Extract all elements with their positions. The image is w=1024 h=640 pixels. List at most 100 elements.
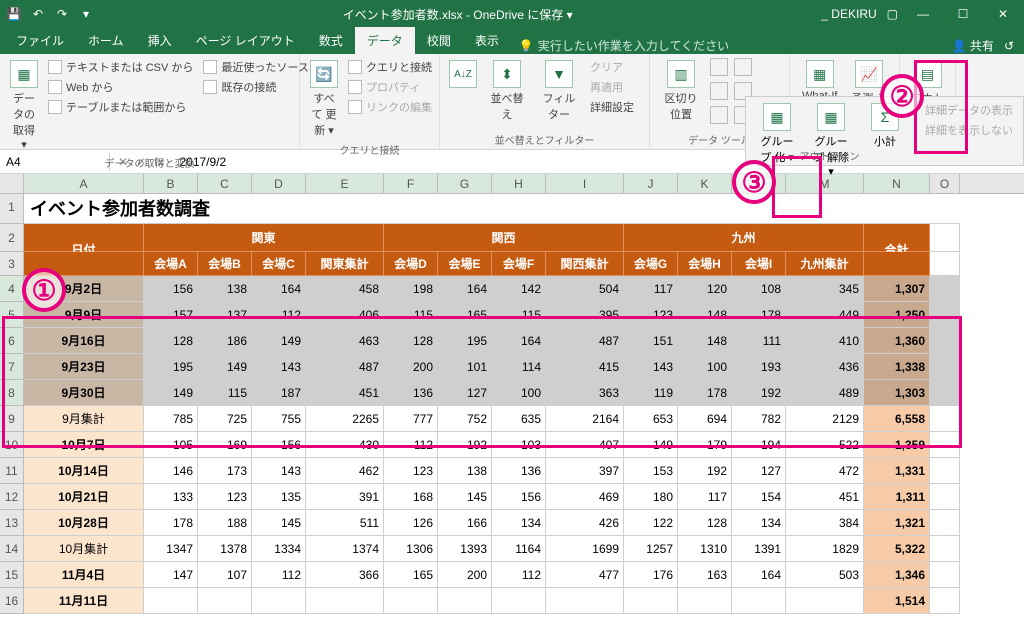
data-cell[interactable]: 123 xyxy=(384,458,438,484)
data-cell[interactable]: 163 xyxy=(678,562,732,588)
date-cell[interactable]: 11月4日 xyxy=(24,562,144,588)
data-cell[interactable]: 122 xyxy=(624,510,678,536)
data-cell[interactable]: 136 xyxy=(492,458,546,484)
data-cell[interactable]: 195 xyxy=(438,328,492,354)
data-cell[interactable] xyxy=(546,588,624,614)
data-cell[interactable] xyxy=(732,588,786,614)
total-cell[interactable]: 1,321 xyxy=(864,510,930,536)
tab-data[interactable]: データ xyxy=(355,27,415,54)
advanced-filter[interactable]: 詳細設定 xyxy=(588,98,636,116)
data-cell[interactable]: 195 xyxy=(144,354,198,380)
data-cell[interactable]: 522 xyxy=(786,432,864,458)
data-cell[interactable]: 134 xyxy=(492,510,546,536)
data-cell[interactable]: 168 xyxy=(384,484,438,510)
data-cell[interactable]: 472 xyxy=(786,458,864,484)
data-cell[interactable]: 103 xyxy=(492,432,546,458)
data-cell[interactable]: 391 xyxy=(306,484,384,510)
data-cell[interactable]: 366 xyxy=(306,562,384,588)
data-cell[interactable]: 100 xyxy=(678,354,732,380)
data-cell[interactable]: 100 xyxy=(492,380,546,406)
qat-more-icon[interactable]: ▾ xyxy=(78,6,94,22)
data-cell[interactable]: 178 xyxy=(732,302,786,328)
data-cell[interactable] xyxy=(678,588,732,614)
data-cell[interactable]: 504 xyxy=(546,276,624,302)
data-cell[interactable]: 133 xyxy=(144,484,198,510)
data-cell[interactable]: 451 xyxy=(306,380,384,406)
date-cell[interactable]: 9月16日 xyxy=(24,328,144,354)
redo-icon[interactable]: ↷ xyxy=(54,6,70,22)
data-cell[interactable]: 164 xyxy=(438,276,492,302)
data-cell[interactable]: 156 xyxy=(144,276,198,302)
data-cell[interactable]: 143 xyxy=(624,354,678,380)
data-cell[interactable]: 186 xyxy=(198,328,252,354)
data-cell[interactable]: 463 xyxy=(306,328,384,354)
sort-az-button[interactable]: A↓Z xyxy=(448,58,478,90)
existing-connections[interactable]: 既存の接続 xyxy=(201,78,310,96)
data-cell[interactable]: 166 xyxy=(438,510,492,536)
data-cell[interactable]: 145 xyxy=(438,484,492,510)
data-cell[interactable]: 165 xyxy=(438,302,492,328)
ungroup-button[interactable]: ▦グループ 解除 ▾ xyxy=(808,101,854,180)
from-table[interactable]: テーブルまたは範囲から xyxy=(46,98,195,116)
filter-button[interactable]: ▼フィルター xyxy=(536,58,582,124)
data-cell[interactable]: 173 xyxy=(198,458,252,484)
data-cell[interactable]: 489 xyxy=(786,380,864,406)
data-cell[interactable]: 179 xyxy=(678,432,732,458)
data-cell[interactable]: 164 xyxy=(252,276,306,302)
data-cell[interactable]: 653 xyxy=(624,406,678,432)
data-cell[interactable]: 128 xyxy=(678,510,732,536)
data-cell[interactable]: 785 xyxy=(144,406,198,432)
col-A[interactable]: A xyxy=(24,174,144,193)
data-cell[interactable]: 143 xyxy=(252,458,306,484)
data-cell[interactable]: 112 xyxy=(384,432,438,458)
tab-layout[interactable]: ページ レイアウト xyxy=(184,27,307,54)
data-cell[interactable] xyxy=(624,588,678,614)
data-cell[interactable]: 120 xyxy=(678,276,732,302)
flash-fill-icon[interactable] xyxy=(710,58,728,76)
data-cell[interactable]: 112 xyxy=(492,562,546,588)
data-cell[interactable]: 1393 xyxy=(438,536,492,562)
date-cell[interactable]: 10月21日 xyxy=(24,484,144,510)
text-to-columns-button[interactable]: ▥区切り位置 xyxy=(658,58,704,124)
date-cell[interactable]: 10月28日 xyxy=(24,510,144,536)
data-cell[interactable]: 477 xyxy=(546,562,624,588)
data-cell[interactable]: 469 xyxy=(546,484,624,510)
data-cell[interactable]: 2265 xyxy=(306,406,384,432)
data-cell[interactable]: 135 xyxy=(252,484,306,510)
data-cell[interactable]: 407 xyxy=(546,432,624,458)
save-icon[interactable]: 💾 xyxy=(6,6,22,22)
tab-insert[interactable]: 挿入 xyxy=(136,27,184,54)
data-cell[interactable]: 127 xyxy=(438,380,492,406)
data-cell[interactable]: 777 xyxy=(384,406,438,432)
maximize-button[interactable]: ☐ xyxy=(948,7,978,21)
relations-icon[interactable] xyxy=(710,106,728,124)
data-cell[interactable]: 384 xyxy=(786,510,864,536)
data-cell[interactable]: 192 xyxy=(678,458,732,484)
data-cell[interactable]: 345 xyxy=(786,276,864,302)
tab-file[interactable]: ファイル xyxy=(4,27,76,54)
data-cell[interactable]: 153 xyxy=(624,458,678,484)
data-cell[interactable]: 146 xyxy=(144,458,198,484)
data-cell[interactable]: 134 xyxy=(732,510,786,536)
data-cell[interactable]: 1378 xyxy=(198,536,252,562)
data-cell[interactable]: 187 xyxy=(252,380,306,406)
data-cell[interactable] xyxy=(786,588,864,614)
from-web[interactable]: Web から xyxy=(46,78,195,96)
remove-dup-icon[interactable] xyxy=(734,58,752,76)
data-cell[interactable]: 192 xyxy=(438,432,492,458)
data-cell[interactable]: 107 xyxy=(198,562,252,588)
sort-button[interactable]: ⬍並べ替え xyxy=(484,58,530,124)
data-cell[interactable]: 117 xyxy=(624,276,678,302)
data-cell[interactable]: 149 xyxy=(624,432,678,458)
data-cell[interactable]: 1257 xyxy=(624,536,678,562)
total-cell[interactable]: 1,311 xyxy=(864,484,930,510)
data-cell[interactable] xyxy=(198,588,252,614)
data-cell[interactable]: 115 xyxy=(198,380,252,406)
queries-connections[interactable]: クエリと接続 xyxy=(346,58,434,76)
tab-view[interactable]: 表示 xyxy=(463,27,511,54)
data-cell[interactable]: 188 xyxy=(198,510,252,536)
data-cell[interactable]: 194 xyxy=(732,432,786,458)
data-cell[interactable]: 782 xyxy=(732,406,786,432)
data-cell[interactable]: 1391 xyxy=(732,536,786,562)
tab-home[interactable]: ホーム xyxy=(76,27,136,54)
